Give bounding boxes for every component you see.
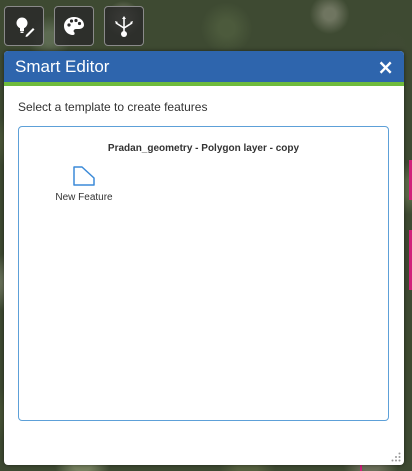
resize-handle-icon[interactable] [391, 452, 401, 462]
polygon-icon [73, 166, 95, 186]
template-picker: Pradan_geometry - Polygon layer - copy N… [18, 126, 389, 421]
panel-title: Smart Editor [15, 56, 110, 76]
style-tool-button[interactable] [54, 6, 94, 46]
layer-name: Pradan_geometry - Polygon layer - copy [107, 143, 300, 154]
map-toolbar [4, 6, 144, 46]
panel-header: Smart Editor × [4, 51, 404, 86]
lightbulb-pencil-icon [16, 17, 35, 37]
smart-editor-panel: Smart Editor × Select a template to crea… [4, 51, 404, 465]
template-item-new-feature[interactable]: New Feature [51, 165, 117, 203]
template-label: New Feature [55, 192, 113, 203]
edit-tool-button[interactable] [4, 6, 44, 46]
share-tool-button[interactable] [104, 6, 144, 46]
share-nodes-icon [115, 16, 133, 37]
close-button[interactable]: × [377, 57, 394, 77]
instruction-text: Select a template to create features [18, 100, 208, 114]
palette-icon [64, 17, 84, 35]
